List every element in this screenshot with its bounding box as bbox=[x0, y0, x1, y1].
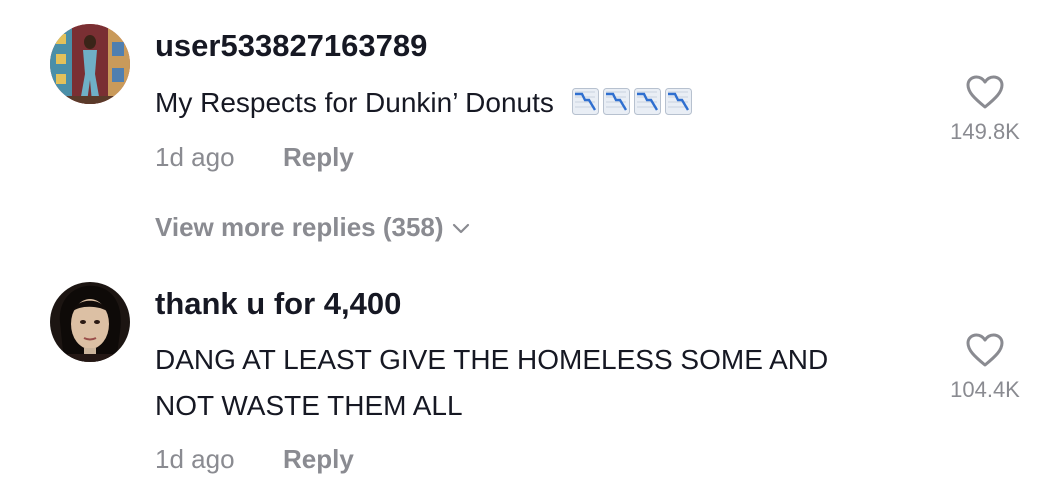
comment-text: My Respects for Dunkin’ Donuts bbox=[155, 80, 692, 126]
comment-text-content: My Respects for Dunkin’ Donuts bbox=[155, 87, 554, 118]
heart-outline-icon bbox=[966, 75, 1004, 109]
comment-text-line: NOT WASTE THEM ALL bbox=[155, 390, 463, 421]
view-more-replies-button[interactable]: View more replies (358) bbox=[155, 212, 470, 243]
comment-age: 1d ago bbox=[155, 444, 235, 474]
username[interactable]: thank u for 4,400 bbox=[155, 286, 401, 322]
comment-text-line: DANG AT LEAST GIVE THE HOMELESS SOME AND bbox=[155, 344, 829, 375]
chart-decreasing-emoji bbox=[602, 88, 630, 115]
avatar-image bbox=[50, 282, 130, 362]
avatar[interactable] bbox=[50, 282, 130, 362]
avatar[interactable] bbox=[50, 24, 130, 104]
like-button[interactable]: 149.8K bbox=[930, 74, 1040, 145]
chevron-down-icon bbox=[452, 224, 469, 234]
reply-button[interactable]: Reply bbox=[283, 444, 354, 475]
chart-decreasing-emoji-group bbox=[568, 87, 692, 118]
comment-meta: 1d ago Reply bbox=[155, 142, 354, 173]
like-count: 104.4K bbox=[950, 377, 1020, 402]
comment-text: DANG AT LEAST GIVE THE HOMELESS SOME AND… bbox=[155, 337, 828, 429]
reply-button[interactable]: Reply bbox=[283, 142, 354, 173]
chart-decreasing-emoji bbox=[633, 88, 661, 115]
heart-outline-icon bbox=[966, 333, 1004, 367]
chart-decreasing-emoji bbox=[571, 88, 599, 115]
username[interactable]: user533827163789 bbox=[155, 28, 427, 64]
like-count: 149.8K bbox=[950, 119, 1020, 144]
like-button[interactable]: 104.4K bbox=[930, 332, 1040, 403]
comment-age: 1d ago bbox=[155, 142, 235, 172]
comment-meta: 1d ago Reply bbox=[155, 444, 354, 475]
view-more-replies-label: View more replies (358) bbox=[155, 212, 444, 242]
avatar-image bbox=[50, 24, 130, 104]
chart-decreasing-emoji bbox=[664, 88, 692, 115]
